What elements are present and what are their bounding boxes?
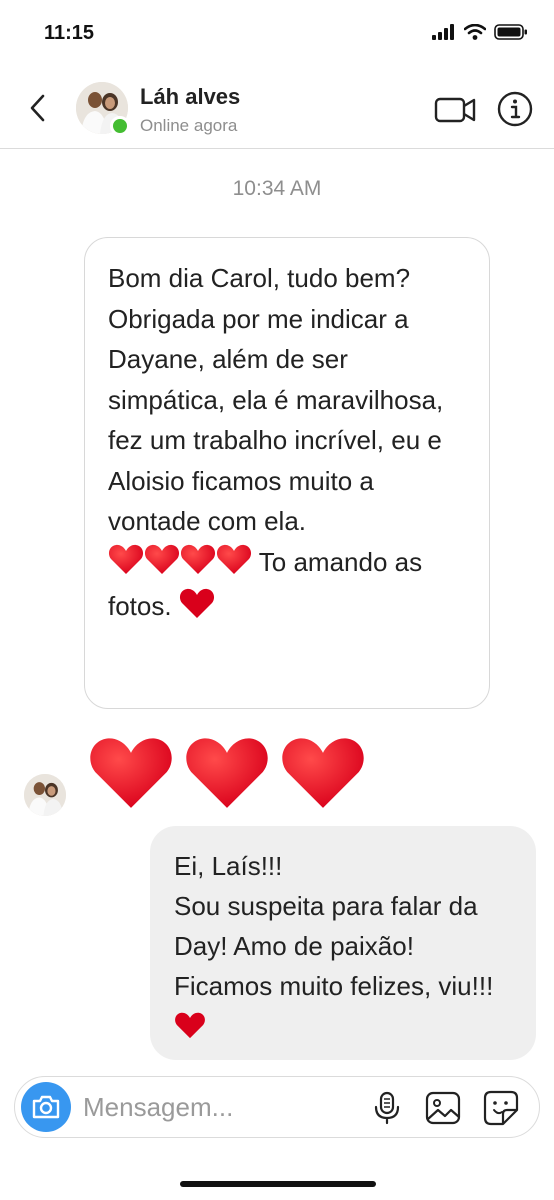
heart-emoji — [108, 543, 144, 587]
message-input[interactable] — [83, 1089, 343, 1125]
outgoing-message-text: Ei, Laís!!! Sou suspeita para falar da D… — [174, 851, 494, 1001]
heart-emoji — [174, 1010, 206, 1050]
heart-emoji — [179, 587, 215, 631]
contact-avatar[interactable] — [76, 82, 130, 136]
wifi-icon — [464, 24, 486, 40]
status-bar: 11:15 — [0, 0, 554, 70]
heart-emoji-group — [108, 544, 252, 577]
microphone-icon — [374, 1091, 400, 1125]
signal-icon — [432, 24, 454, 40]
image-icon — [425, 1091, 461, 1125]
chevron-left-icon — [30, 94, 45, 122]
gallery-button[interactable] — [425, 1091, 461, 1125]
big-heart-emoji — [88, 732, 174, 817]
sticker-icon — [483, 1090, 519, 1126]
heart-reaction-row[interactable] — [88, 732, 366, 817]
contact-name[interactable]: Láh alves — [140, 84, 240, 110]
microphone-button[interactable] — [371, 1091, 403, 1125]
chat-header: Láh alves Online agora — [0, 70, 554, 149]
video-call-button[interactable] — [434, 92, 478, 126]
sender-avatar[interactable] — [24, 774, 66, 816]
outgoing-message-bubble[interactable]: Ei, Laís!!! Sou suspeita para falar da D… — [150, 826, 536, 1060]
message-timestamp: 10:34 AM — [232, 177, 322, 200]
heart-emoji — [180, 543, 216, 587]
contact-status: Online agora — [140, 116, 238, 135]
info-button[interactable] — [496, 90, 534, 128]
battery-icon — [494, 24, 527, 40]
incoming-message-text: Bom dia Carol, tudo bem? Obrigada por me… — [108, 263, 444, 536]
camera-button[interactable] — [21, 1082, 71, 1132]
big-heart-emoji — [184, 732, 270, 817]
camera-icon — [32, 1095, 60, 1119]
message-composer — [14, 1076, 540, 1138]
online-indicator — [110, 116, 130, 136]
video-camera-icon — [434, 97, 476, 123]
incoming-message-bubble[interactable]: Bom dia Carol, tudo bem? Obrigada por me… — [84, 237, 490, 709]
heart-emoji — [144, 543, 180, 587]
status-time: 11:15 — [44, 22, 95, 44]
heart-emoji — [216, 543, 252, 587]
home-indicator — [180, 1181, 376, 1187]
status-icons — [432, 24, 528, 40]
back-button[interactable] — [22, 90, 52, 126]
sticker-button[interactable] — [483, 1090, 519, 1126]
info-icon — [497, 91, 533, 127]
big-heart-emoji — [280, 732, 366, 817]
